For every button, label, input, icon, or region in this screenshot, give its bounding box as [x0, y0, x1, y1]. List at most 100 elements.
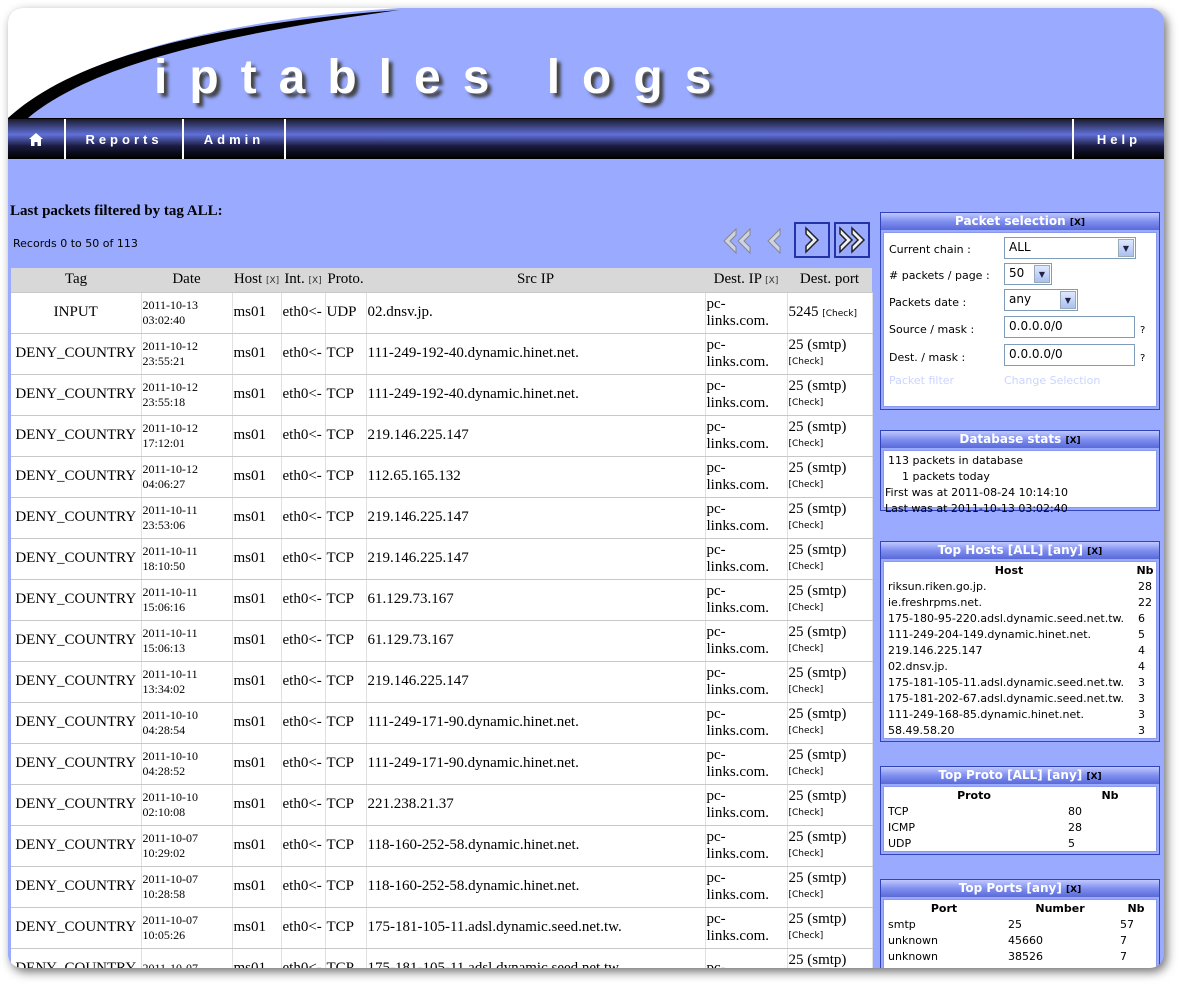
check-port-link[interactable]: [Check]	[789, 890, 824, 900]
top-ports-close[interactable]: [X]	[1066, 885, 1081, 895]
list-item[interactable]: 175-180-95-220.adsl.dynamic.seed.net.tw.…	[884, 610, 1156, 626]
cell-dest-ip[interactable]: pc-links.com.	[705, 907, 788, 949]
cell-src-ip[interactable]: 61.129.73.167	[366, 620, 706, 662]
col-dest-port[interactable]: Dest. port	[787, 268, 872, 293]
list-item[interactable]: 219.146.225.147 4	[884, 642, 1156, 658]
database-stats-close[interactable]: [X]	[1065, 436, 1080, 446]
prev-page-icon[interactable]	[760, 225, 788, 257]
cell-dest-ip[interactable]: pc-links.com.	[705, 702, 788, 744]
change-selection-link[interactable]: Change Selection	[1004, 374, 1100, 387]
cell-src-ip[interactable]: 61.129.73.167	[366, 579, 706, 621]
col-dest-ip[interactable]: Dest. IP [X]	[705, 268, 787, 293]
check-port-link[interactable]: [Check]	[789, 439, 824, 449]
col-tag[interactable]: Tag	[11, 268, 141, 293]
check-port-link[interactable]: [Check]	[789, 562, 824, 572]
chain-select[interactable]: ALL ▼	[1004, 237, 1136, 259]
check-port-link[interactable]: [Check]	[789, 726, 824, 736]
cell-dest-ip[interactable]: pc-links.com.	[705, 415, 788, 457]
cell-dest-ip[interactable]: pc-links.com.	[705, 374, 788, 416]
cell-dest-ip[interactable]: pc-links.com.	[705, 620, 788, 662]
cell-dest-ip[interactable]: pc-links.com.	[705, 866, 788, 908]
cell-src-ip[interactable]: 175-181-105-11.adsl.dynamic.seed.net.tw.	[366, 948, 706, 968]
cell-dest-ip[interactable]: pc-links.com.	[705, 456, 788, 498]
packet-filter-link[interactable]: Packet filter	[889, 374, 954, 387]
check-port-link[interactable]: [Check]	[789, 644, 824, 654]
check-port-link[interactable]: [Check]	[789, 685, 824, 695]
cell-src-ip[interactable]: 111-249-171-90.dynamic.hinet.net.	[366, 743, 706, 785]
cell-dest-ip[interactable]: pc-links.com.	[705, 333, 788, 375]
nav-help[interactable]: Help	[1072, 119, 1164, 160]
remove-dest-ip-column[interactable]: [X]	[765, 276, 778, 286]
list-item[interactable]: riksun.riken.go.jp. 28	[884, 578, 1156, 594]
check-port-link[interactable]: [Check]	[789, 480, 824, 490]
last-page-button[interactable]	[834, 222, 870, 258]
cell-dest-ip[interactable]: pc-	[705, 948, 788, 968]
cell-dest-ip[interactable]: pc-links.com.	[705, 538, 788, 580]
check-port-link[interactable]: [Check]	[789, 603, 824, 613]
cell-dest-ip[interactable]: pc-links.com.	[705, 292, 788, 334]
cell-src-ip[interactable]: 118-160-252-58.dynamic.hinet.net.	[366, 825, 706, 867]
cell-src-ip[interactable]: 221.238.21.37	[366, 784, 706, 826]
check-port-link[interactable]: [Check]	[789, 521, 824, 531]
list-item[interactable]: 175-181-202-67.adsl.dynamic.seed.net.tw.…	[884, 690, 1156, 706]
list-item[interactable]: ICMP 28	[884, 819, 1156, 835]
remove-int-column[interactable]: [X]	[308, 276, 321, 286]
home-button[interactable]	[8, 119, 66, 160]
cell-src-ip[interactable]: 112.65.165.132	[366, 456, 706, 498]
cell-dest-ip[interactable]: pc-links.com.	[705, 743, 788, 785]
cell-src-ip[interactable]: 111-249-192-40.dynamic.hinet.net.	[366, 374, 706, 416]
first-page-icon[interactable]	[722, 225, 754, 257]
packet-selection-close[interactable]: [X]	[1070, 218, 1085, 228]
cell-dest-ip[interactable]: pc-links.com.	[705, 497, 788, 539]
col-host[interactable]: Host [X]	[232, 268, 281, 293]
cell-dest-ip[interactable]: pc-links.com.	[705, 825, 788, 867]
dest-help[interactable]: ?	[1140, 353, 1145, 364]
list-item[interactable]: UDP 5	[884, 835, 1156, 851]
cell-src-ip[interactable]: 111-249-171-90.dynamic.hinet.net.	[366, 702, 706, 744]
cell-src-ip[interactable]: 219.146.225.147	[366, 497, 706, 539]
date-select[interactable]: any ▼	[1004, 289, 1078, 311]
check-port-link[interactable]: [Check]	[822, 309, 857, 319]
dest-mask-input[interactable]: 0.0.0.0/0	[1004, 344, 1135, 366]
nav-reports[interactable]: Reports	[64, 119, 184, 160]
nav-admin[interactable]: Admin	[182, 119, 286, 160]
check-port-link[interactable]: [Check]	[789, 398, 824, 408]
list-item[interactable]: unknown 45660 7	[884, 932, 1156, 948]
remove-host-column[interactable]: [X]	[266, 276, 279, 286]
check-port-link[interactable]: [Check]	[789, 357, 824, 367]
col-int[interactable]: Int. [X]	[281, 268, 325, 293]
col-proto[interactable]: Proto.	[325, 268, 366, 293]
check-port-link[interactable]: [Check]	[789, 767, 824, 777]
cell-src-ip[interactable]: 219.146.225.147	[366, 415, 706, 457]
cell-dest-ip[interactable]: pc-links.com.	[705, 579, 788, 621]
source-mask-input[interactable]: 0.0.0.0/0	[1004, 316, 1135, 338]
list-item[interactable]: ie.freshrpms.net. 22	[884, 594, 1156, 610]
per-page-select[interactable]: 50 ▼	[1004, 263, 1052, 285]
cell-dest-ip[interactable]: pc-links.com.	[705, 661, 788, 703]
col-src-ip[interactable]: Src IP	[366, 268, 705, 293]
check-port-link[interactable]: [Check]	[789, 849, 824, 859]
source-help[interactable]: ?	[1140, 325, 1145, 336]
next-page-button[interactable]	[794, 222, 830, 258]
cell-dest-ip[interactable]: pc-links.com.	[705, 784, 788, 826]
check-port-link[interactable]: [Check]	[789, 931, 824, 941]
list-item[interactable]: 111-249-168-85.dynamic.hinet.net. 3	[884, 706, 1156, 722]
cell-src-ip[interactable]: 118-160-252-58.dynamic.hinet.net.	[366, 866, 706, 908]
check-port-link[interactable]: [Check]	[789, 808, 824, 818]
cell-src-ip[interactable]: 02.dnsv.jp.	[366, 292, 706, 334]
list-item[interactable]: 111-249-204-149.dynamic.hinet.net. 5	[884, 626, 1156, 642]
list-item[interactable]: smtp 25 57	[884, 916, 1156, 932]
list-item[interactable]: unknown 38526 7	[884, 948, 1156, 964]
cell-src-ip[interactable]: 111-249-192-40.dynamic.hinet.net.	[366, 333, 706, 375]
list-item[interactable]: 58.49.58.20 3	[884, 722, 1156, 738]
list-item[interactable]: TCP 80	[884, 803, 1156, 819]
list-item[interactable]: unknown431947	[884, 964, 1156, 969]
list-item[interactable]: 175-181-105-11.adsl.dynamic.seed.net.tw.…	[884, 674, 1156, 690]
top-hosts-close[interactable]: [X]	[1087, 547, 1102, 557]
cell-src-ip[interactable]: 219.146.225.147	[366, 661, 706, 703]
list-item[interactable]: 02.dnsv.jp. 4	[884, 658, 1156, 674]
cell-src-ip[interactable]: 175-181-105-11.adsl.dynamic.seed.net.tw.	[366, 907, 706, 949]
cell-src-ip[interactable]: 219.146.225.147	[366, 538, 706, 580]
col-date[interactable]: Date	[141, 268, 232, 293]
top-proto-close[interactable]: [X]	[1086, 772, 1101, 782]
